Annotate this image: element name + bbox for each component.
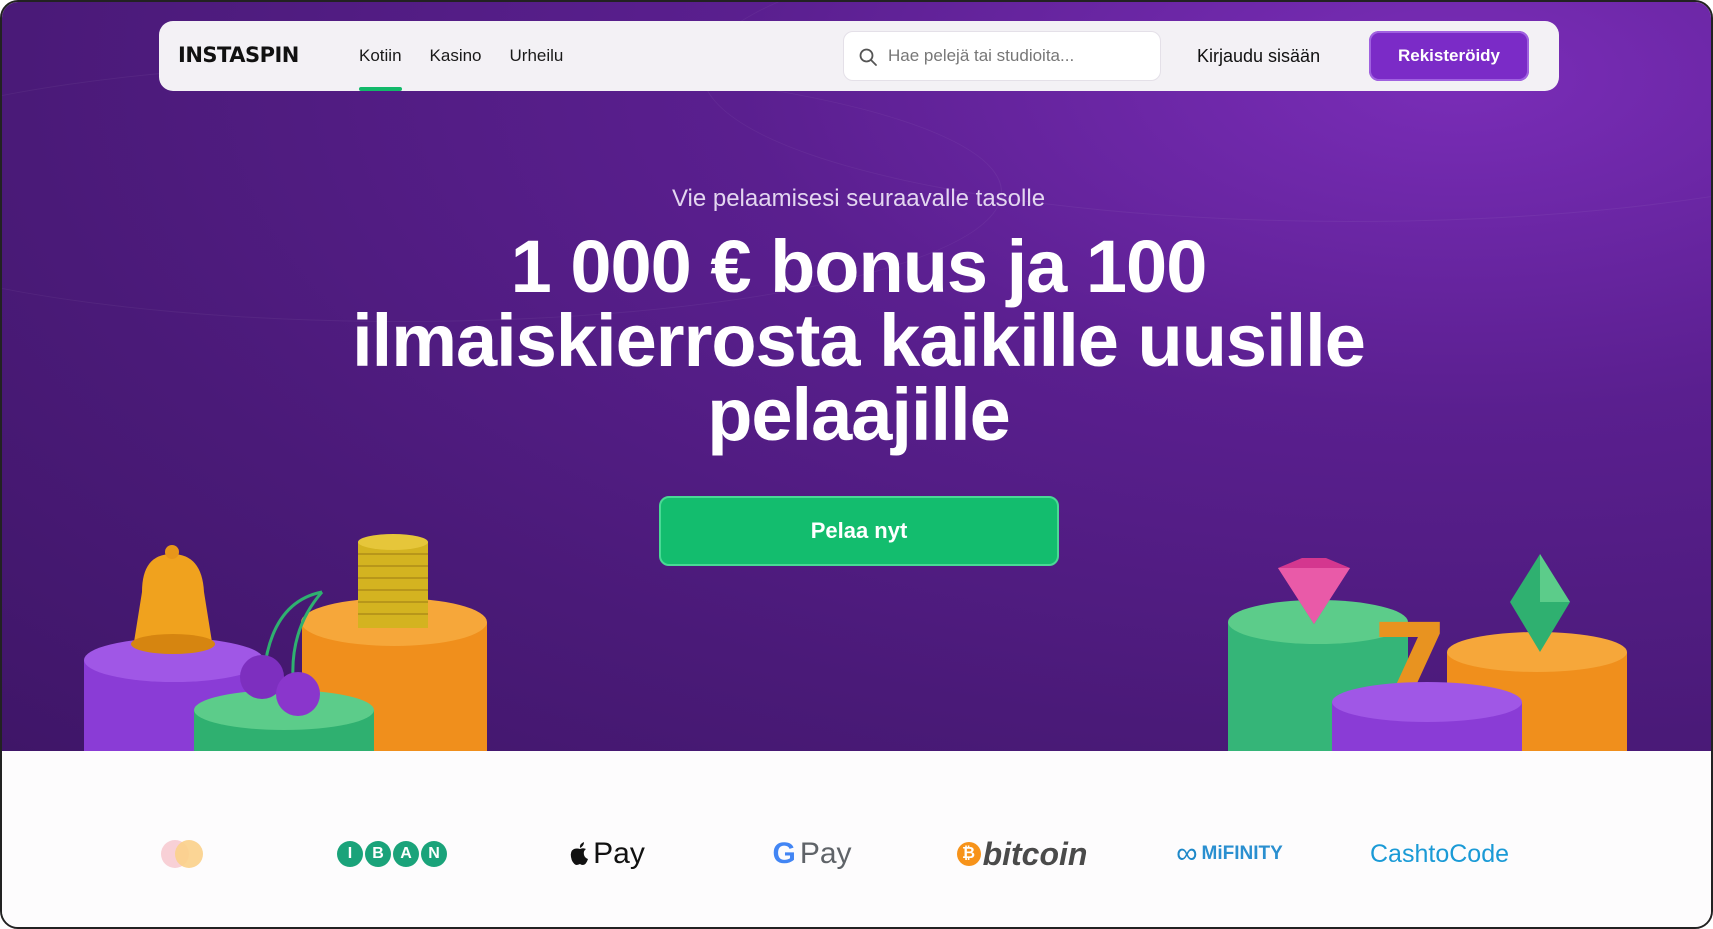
right-podium-decoration: 7 <box>1228 554 1627 751</box>
login-link[interactable]: Kirjaudu sisään <box>1197 21 1320 91</box>
bitcoin-logo: ₿ bitcoin <box>952 829 1092 879</box>
left-podium-decoration <box>84 534 487 751</box>
hero-headline: 1 000 € bonus ja 100 ilmaiskierrosta kai… <box>352 225 1366 456</box>
instaspin-logo[interactable]: INSTASPIN <box>178 43 299 67</box>
mastercard-logo <box>157 829 207 879</box>
bell-icon <box>131 545 215 654</box>
cashtocode-code: Code <box>1449 839 1509 868</box>
google-pay-logo: G Pay <box>767 829 857 879</box>
infinity-icon: ∞ <box>1176 837 1198 870</box>
apple-icon <box>570 842 589 865</box>
coin-stack-icon <box>358 534 428 628</box>
iban-letter: A <box>393 841 419 867</box>
nav-link-kasino[interactable]: Kasino <box>416 21 496 91</box>
nav-link-kotiin[interactable]: Kotiin <box>345 21 416 91</box>
apple-pay-logo: Pay <box>557 829 657 879</box>
nav-link-urheilu[interactable]: Urheilu <box>496 21 578 91</box>
search-input[interactable] <box>888 32 1148 80</box>
mifinity-text: MiFINITY <box>1201 843 1283 864</box>
iban-logo: I B A N <box>337 829 447 879</box>
hero-banner: INSTASPIN Kotiin Kasino Urheilu Kirjaudu… <box>2 2 1711 751</box>
google-g-icon: G <box>772 837 796 870</box>
apple-pay-text: Pay <box>593 837 645 870</box>
payment-methods-strip: I B A N Pay G Pay ₿ bitcoin ∞ MiFINITY C… <box>2 751 1711 927</box>
iban-letter: B <box>365 841 391 867</box>
search-box <box>843 31 1161 81</box>
hero-subtitle: Vie pelaamisesi seuraavalle tasolle <box>671 185 1046 212</box>
iban-letter: I <box>337 841 363 867</box>
main-nav: Kotiin Kasino Urheilu <box>345 21 577 91</box>
cashtocode-to: to <box>1428 839 1450 868</box>
cashtocode-cash: Cash <box>1370 839 1429 868</box>
search-icon <box>859 48 877 66</box>
page-frame: INSTASPIN Kotiin Kasino Urheilu Kirjaudu… <box>0 0 1713 929</box>
top-navbar: INSTASPIN Kotiin Kasino Urheilu Kirjaudu… <box>159 21 1559 91</box>
register-button[interactable]: Rekisteröidy <box>1369 31 1529 81</box>
mifinity-logo: ∞ MiFINITY <box>1162 829 1297 879</box>
play-now-button[interactable]: Pelaa nyt <box>659 496 1059 566</box>
bitcoin-icon: ₿ <box>956 842 981 866</box>
google-pay-text: Pay <box>799 837 852 870</box>
iban-letter: N <box>421 841 447 867</box>
cashtocode-logo: Cash to Code <box>1370 829 1509 879</box>
bitcoin-text: bitcoin <box>982 835 1088 872</box>
